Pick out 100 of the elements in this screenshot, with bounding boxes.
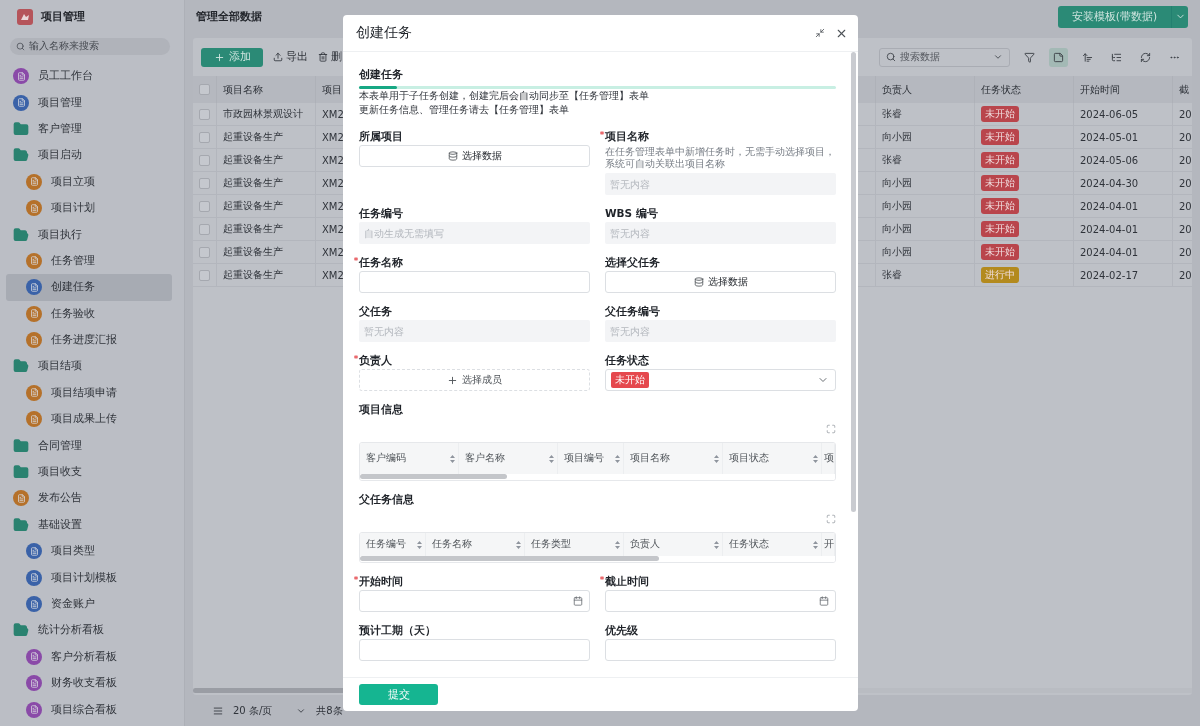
sort-icon[interactable] [450,454,455,463]
sidebar-item[interactable]: 项目综合看板 [6,696,172,723]
column-header[interactable]: 任务编号 [360,533,426,556]
column-header[interactable]: 客户名称 [459,443,558,474]
fullscreen-icon[interactable] [826,424,836,434]
table-cell: 张睿 [876,149,975,172]
sidebar-item[interactable]: 财务收支看板 [6,670,172,697]
select-data-button[interactable]: 选择数据 [359,145,590,167]
sidebar-item[interactable]: 客户分析看板 [6,643,172,670]
column-header[interactable]: 客户编码 [360,443,459,474]
column-header[interactable]: 项目名称 [217,76,316,103]
select-data-button[interactable]: 选择数据 [605,271,836,293]
sort-icon[interactable] [417,540,422,549]
field-label: 截止时间 [605,574,649,588]
export-button[interactable]: 导出 [273,50,308,64]
sidebar-item[interactable]: 任务验收 [6,300,172,327]
table-cell: 20 [1173,126,1192,149]
fullscreen-icon[interactable] [826,514,836,524]
date-field[interactable] [605,590,836,612]
sidebar-item[interactable]: 基础设置 [6,511,172,539]
checkbox[interactable] [199,131,210,143]
sidebar-item[interactable]: 项目计划模板 [6,564,172,591]
search-field[interactable]: 输入名称来搜索 [10,38,170,55]
sort-icon[interactable] [813,540,818,549]
table-cell: 向小园 [876,218,975,241]
table-cell: 2024-02-17 [1074,264,1173,287]
dropdown-button[interactable] [1171,5,1188,28]
checkbox[interactable] [199,108,210,120]
sidebar-item[interactable]: 合同管理 [6,432,172,459]
sidebar-item[interactable]: 发布公告 [6,485,172,512]
column-header[interactable]: 截 [1173,76,1192,103]
delete-button[interactable]: 删 [318,50,342,64]
status-tag: 未开始 [981,106,1019,122]
checkbox[interactable] [199,246,210,258]
sidebar-item[interactable]: 任务管理 [6,247,172,275]
sidebar-item[interactable]: 项目管理 [6,89,172,116]
sidebar-item[interactable]: 资金账户 [6,590,172,618]
scrollbar[interactable] [360,556,660,561]
checkbox[interactable] [199,223,210,235]
sidebar-item[interactable]: 项目立项 [6,168,172,195]
sort-icon[interactable] [714,540,719,549]
column-header[interactable]: 负责人 [624,533,723,556]
search-field[interactable]: 搜索数据 [879,47,1010,67]
collapse-icon[interactable] [815,28,825,38]
total-count: 共8条 [316,703,343,718]
column-header[interactable]: 开始时间 [1074,76,1173,103]
sidebar-item[interactable]: 项目结项 [6,353,172,380]
table-cell: 起重设备生产 [217,195,316,218]
sidebar-item[interactable]: 员工工作台 [6,63,172,90]
sidebar-item[interactable]: 客户管理 [6,115,172,143]
sidebar-item[interactable]: 项目结项申请 [6,379,172,407]
field-label: 预计工期（天） [359,623,436,637]
note-icon[interactable] [1049,47,1068,67]
sort-icon[interactable] [615,454,620,463]
scrollbar[interactable] [360,474,508,479]
date-field[interactable] [359,590,590,612]
sort-icon[interactable] [813,454,818,463]
sort-icon[interactable] [549,454,554,463]
sidebar-item[interactable]: 创建任务 [6,274,172,301]
field-label: 负责人 [359,353,392,367]
column-header[interactable]: 负责人 [876,76,975,103]
checkbox[interactable] [199,84,210,95]
column-header[interactable]: 任务名称 [426,533,525,556]
input-field[interactable] [605,639,836,661]
column-header[interactable]: 项目状态 [723,443,822,474]
sort-icon[interactable] [714,454,719,463]
database-icon [447,151,458,161]
column-header[interactable]: 项 [822,443,835,474]
table-cell: 20 [1173,264,1192,287]
select-member-button[interactable]: 选择成员 [359,369,590,391]
page-size[interactable]: 20 条/页 [233,703,273,718]
scrollbar[interactable] [851,52,856,512]
sort-icon[interactable] [516,540,521,549]
column-header[interactable]: 项目编号 [558,443,624,474]
sidebar-item[interactable]: 统计分析看板 [6,617,172,644]
column-header[interactable]: 项目名称 [624,443,723,474]
column-header[interactable]: 任务类型 [525,533,624,556]
sidebar-item[interactable]: 项目类型 [6,538,172,565]
database-icon [693,277,704,287]
checkbox[interactable] [199,154,210,166]
sidebar-item[interactable]: 项目收支 [6,458,172,486]
table-cell: 2024-06-05 [1074,103,1173,126]
column-header[interactable]: 开 [822,533,835,556]
checkbox[interactable] [199,177,210,189]
sidebar-item[interactable]: 项目启动 [6,142,172,169]
checkbox[interactable] [199,200,210,212]
sidebar-item[interactable]: 项目计划 [6,194,172,222]
sidebar-item[interactable]: 项目执行 [6,221,172,248]
input-field[interactable] [359,639,590,661]
table-cell: 向小园 [876,195,975,218]
checkbox[interactable] [199,269,210,281]
chevron-down-icon [993,52,1003,62]
sidebar-item[interactable]: 任务进度汇报 [6,326,172,354]
input-field[interactable] [359,271,590,293]
column-header[interactable]: 任务状态 [723,533,822,556]
sort-icon[interactable] [615,540,620,549]
sidebar-item[interactable]: 项目成果上传 [6,406,172,433]
status-select[interactable]: 未开始 [605,369,836,391]
column-header[interactable]: 任务状态 [975,76,1074,103]
field-label: WBS 编号 [605,206,658,220]
